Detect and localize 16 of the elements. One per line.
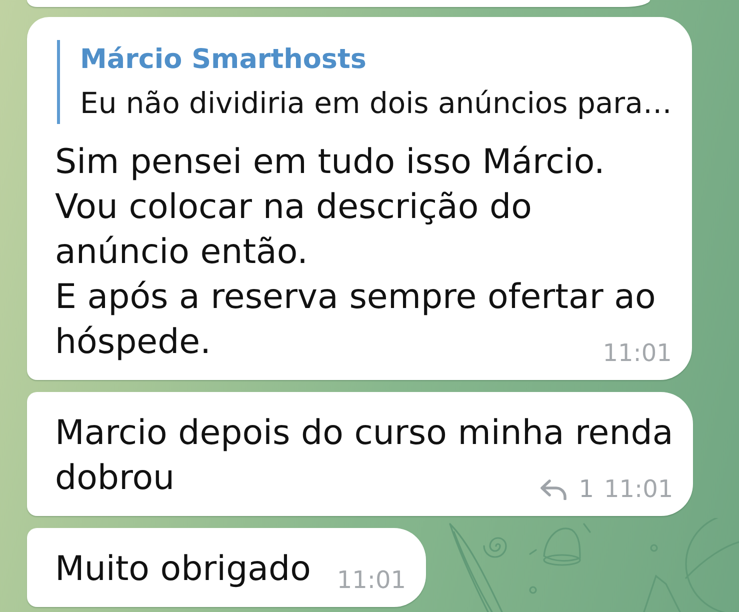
message-time: 11:01 xyxy=(604,477,674,501)
message-text: Vou colocar na descrição do xyxy=(55,186,532,229)
reply-quote[interactable]: Márcio Smarthosts Eu não dividiria em dois anúncios para… xyxy=(57,40,672,124)
quote-author: Márcio Smarthosts xyxy=(80,43,368,77)
message-text: anúncio então. xyxy=(55,231,308,274)
message-time: 11:01 xyxy=(602,341,672,365)
message-text: dobrou xyxy=(55,457,175,500)
message-text: E após a reserva sempre ofertar ao xyxy=(55,276,656,319)
message-text: Marcio depois do curso minha renda xyxy=(55,412,674,455)
message-time: 11:01 xyxy=(336,568,406,592)
reply-arrow-icon xyxy=(540,478,567,500)
message-text: Sim pensei em tudo isso Márcio. xyxy=(55,141,605,184)
message-text: hóspede. xyxy=(55,321,211,364)
quote-text: Eu não dividiria em dois anúncios para… xyxy=(80,85,672,122)
message-text: Muito obrigado xyxy=(55,548,311,591)
reply-count: 1 xyxy=(578,477,594,501)
